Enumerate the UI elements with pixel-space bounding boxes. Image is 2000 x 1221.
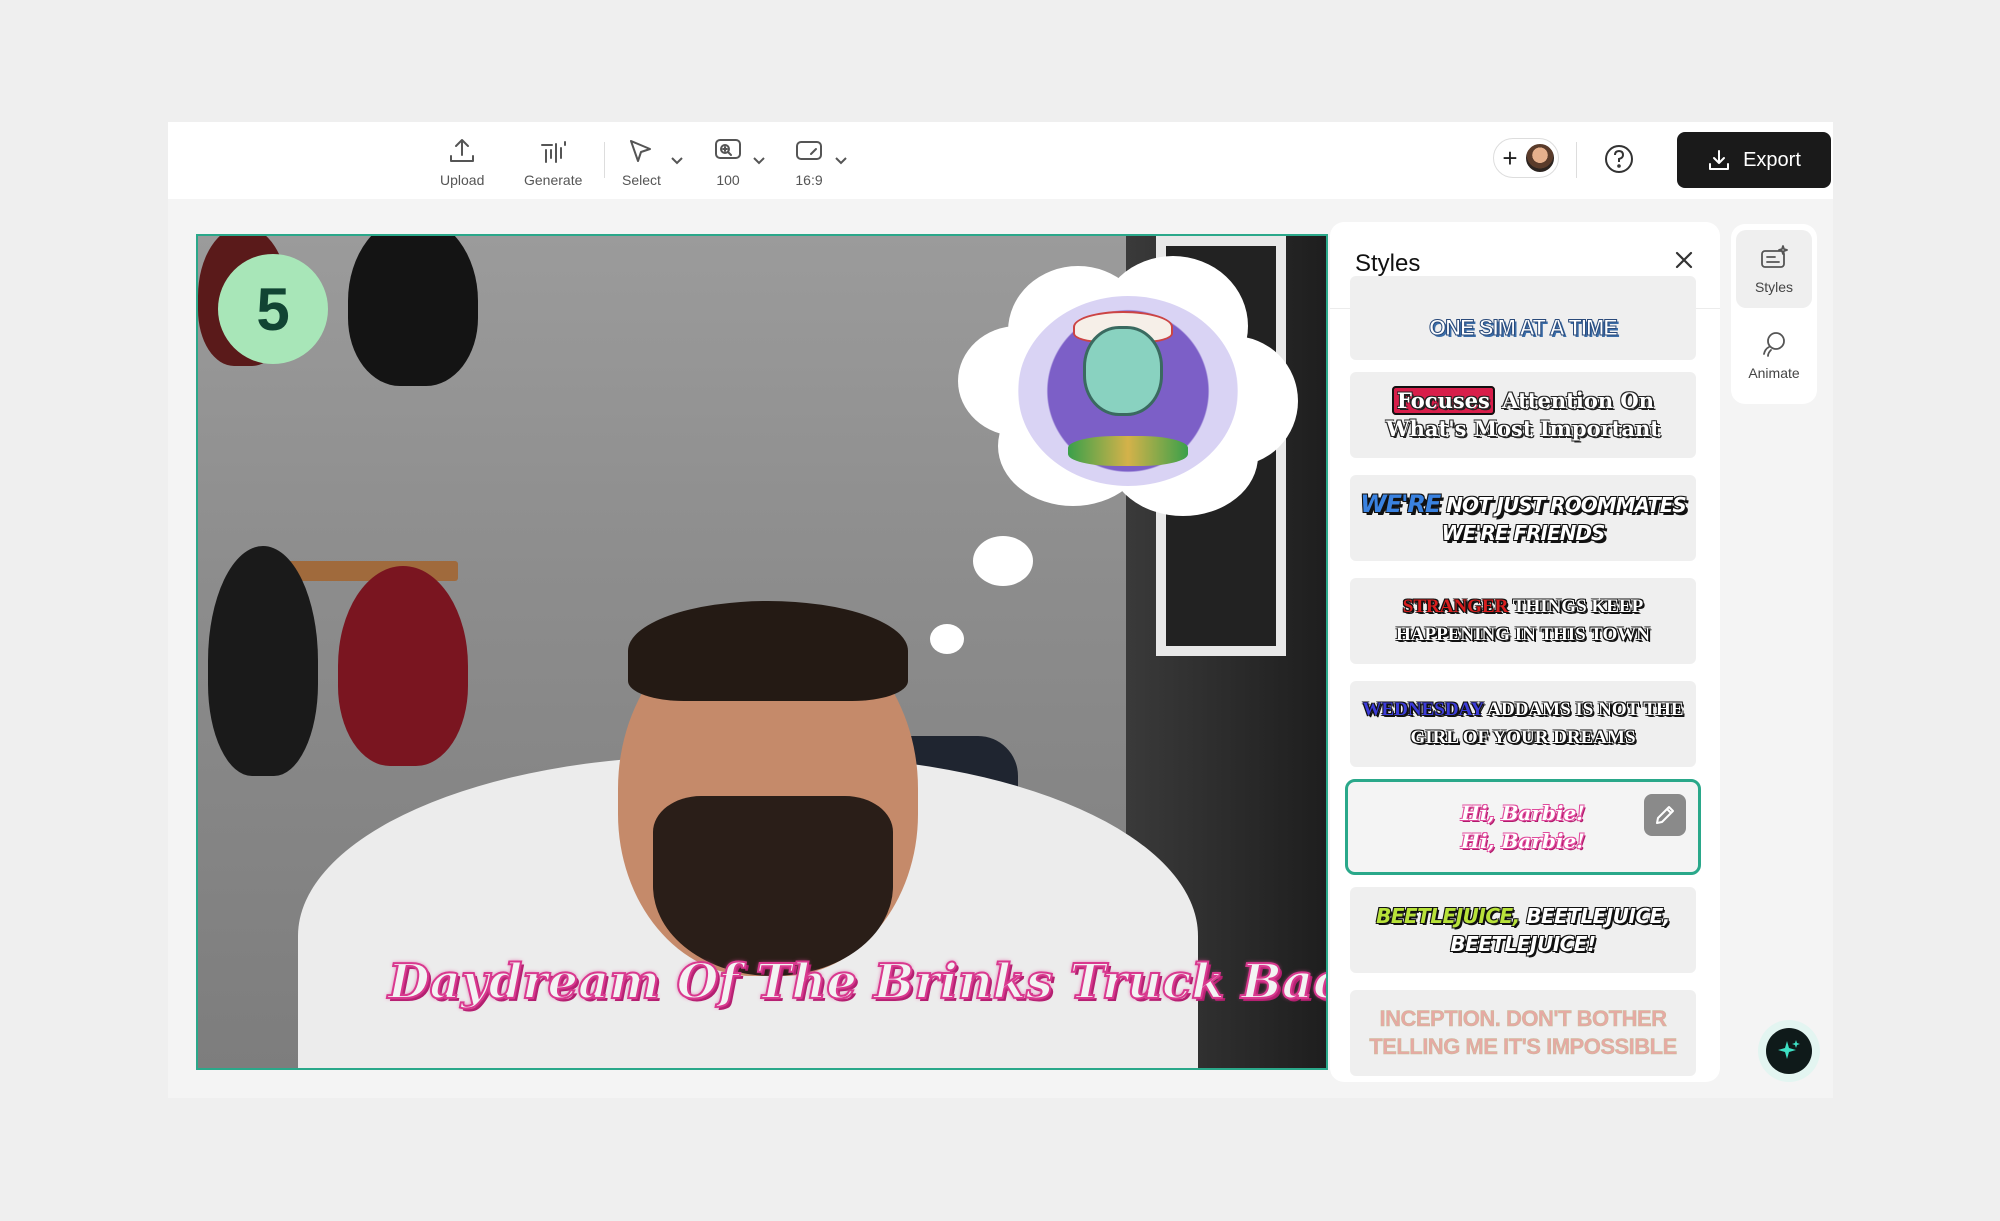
style-card-line: Hi, Barbie!: [1461, 829, 1585, 853]
select-label: Select: [622, 172, 661, 188]
aspect-ratio-label: 16:9: [795, 172, 823, 188]
styles-icon: [1761, 245, 1788, 268]
style-card-highlight: WEDNESDAY: [1362, 699, 1484, 720]
header-divider: [1576, 142, 1577, 178]
style-card-line: INCEPTION. DON'T BOTHER: [1379, 1006, 1667, 1032]
style-card-barbie[interactable]: Hi, Barbie! Hi, Barbie!: [1345, 779, 1701, 875]
cursor-icon: [630, 140, 652, 162]
styles-panel: Styles ONE SIM AT A TIME Focuses Attenti…: [1330, 222, 1720, 1082]
select-button[interactable]: Select: [622, 136, 661, 188]
zoom-button[interactable]: 100: [713, 136, 743, 188]
thought-bubble-dot: [973, 536, 1033, 586]
collaborators-button[interactable]: +: [1493, 138, 1559, 178]
export-label: Export: [1743, 148, 1801, 171]
styles-panel-title: Styles: [1355, 250, 1421, 277]
ai-assistant-button[interactable]: [1758, 1020, 1820, 1082]
style-card-line: WEDNESDAY ADDAMS IS NOT THE: [1363, 696, 1684, 724]
thought-bubble-sticker[interactable]: [958, 256, 1298, 516]
style-card-highlight: BEETLEJUICE,: [1376, 904, 1520, 928]
style-card-line: WE'RE FRIENDS: [1441, 520, 1606, 545]
scene-hat: [348, 236, 478, 386]
style-card-line-rest: NOT JUST ROOMMATES: [1440, 492, 1687, 517]
rail-animate-label: Animate: [1748, 365, 1800, 381]
generate-button[interactable]: Generate: [524, 136, 582, 188]
edit-style-button[interactable]: [1644, 794, 1686, 836]
scene-hat: [208, 546, 318, 776]
style-card-highlight: Focuses: [1392, 386, 1495, 415]
thought-bubble-dot: [930, 624, 964, 654]
subtitle-text: Daydream Of The Brinks Truck Backing: [387, 953, 1326, 1011]
avatar: [1524, 142, 1556, 174]
style-card-line: BEETLEJUICE, BEETLEJUICE,: [1376, 902, 1670, 930]
style-card-line: BEETLEJUICE!: [1450, 932, 1596, 956]
scene-hat: [338, 566, 468, 766]
download-icon: [1709, 150, 1730, 170]
style-card-line-rest: BEETLEJUICE,: [1519, 904, 1670, 928]
upload-button[interactable]: Upload: [440, 136, 484, 188]
toolbar-divider: [604, 142, 605, 178]
style-card-inception[interactable]: INCEPTION. DON'T BOTHER TELLING ME IT'S …: [1350, 990, 1696, 1076]
style-card-wednesday[interactable]: WEDNESDAY ADDAMS IS NOT THE GIRL OF YOUR…: [1350, 681, 1696, 767]
generate-icon: [541, 141, 567, 163]
aspect-dropdown-chevron-icon[interactable]: [834, 154, 847, 166]
style-card-line-rest: Attention On: [1494, 388, 1654, 413]
zoom-value: 100: [716, 172, 740, 188]
add-collaborator-icon: +: [1502, 143, 1518, 173]
rail-animate-button[interactable]: Animate: [1736, 316, 1812, 394]
upload-label: Upload: [440, 172, 485, 188]
style-card-line: STRANGER THINGS KEEP: [1403, 593, 1643, 621]
style-card-line-rest: THINGS KEEP: [1508, 596, 1644, 617]
aspect-ratio-icon: [796, 141, 822, 160]
step-number-badge[interactable]: 5: [218, 254, 328, 364]
style-card-focuses[interactable]: Focuses Attention On What's Most Importa…: [1350, 372, 1696, 458]
sticker-money: [1068, 436, 1188, 466]
subtitle-caption[interactable]: Daydream Of The Brinks Truck Backing Up …: [387, 953, 1326, 1011]
editor-window: Upload Generate Select 100 16:9 + Export…: [168, 122, 1833, 1098]
zoom-dropdown-chevron-icon[interactable]: [752, 154, 765, 166]
aspect-ratio-button[interactable]: 16:9: [794, 136, 824, 188]
style-card-line-rest: ADDAMS IS NOT THE: [1483, 699, 1684, 720]
sticker-character: [1083, 326, 1163, 416]
style-card-sims[interactable]: ONE SIM AT A TIME: [1350, 276, 1696, 360]
export-button[interactable]: Export: [1677, 132, 1831, 188]
style-card-line: GIRL OF YOUR DREAMS: [1410, 727, 1636, 748]
style-card-highlight: STRANGER: [1402, 596, 1509, 617]
close-icon[interactable]: [1670, 246, 1698, 274]
help-icon[interactable]: [1603, 143, 1635, 175]
style-card-line: Focuses Attention On: [1392, 386, 1654, 415]
pencil-icon: [1656, 806, 1674, 824]
person-beard: [653, 796, 893, 976]
upload-icon: [450, 139, 475, 162]
style-card-line: ONE SIM AT A TIME: [1429, 315, 1619, 341]
select-dropdown-chevron-icon[interactable]: [670, 154, 683, 166]
animate-icon: [1763, 332, 1785, 357]
rail-styles-label: Styles: [1754, 279, 1794, 295]
video-canvas[interactable]: 5 Daydream Of The Brinks Truck Backing U…: [196, 234, 1328, 1070]
style-card-line: HAPPENING IN THIS TOWN: [1396, 624, 1650, 645]
style-card-line: Hi, Barbie!: [1461, 801, 1585, 825]
person-hair: [628, 601, 908, 701]
sparkle-icon: [1778, 1040, 1800, 1059]
generate-label: Generate: [524, 172, 583, 188]
style-card-line: TELLING ME IT'S IMPOSSIBLE: [1369, 1034, 1678, 1060]
style-card-roommates[interactable]: WE'RE NOT JUST ROOMMATES WE'RE FRIENDS: [1350, 475, 1696, 561]
style-card-line: WE'RE NOT JUST ROOMMATES: [1360, 489, 1687, 519]
rail-styles-button[interactable]: Styles: [1736, 230, 1812, 308]
zoom-icon: [715, 139, 741, 159]
style-card-highlight: WE'RE: [1360, 489, 1441, 518]
style-card-line: What's Most Important: [1386, 416, 1660, 441]
right-rail: Styles Animate: [1731, 224, 1817, 404]
style-card-beetlejuice[interactable]: BEETLEJUICE, BEETLEJUICE, BEETLEJUICE!: [1350, 887, 1696, 973]
style-card-stranger[interactable]: STRANGER THINGS KEEP HAPPENING IN THIS T…: [1350, 578, 1696, 664]
top-toolbar: Upload Generate Select 100 16:9 + Export: [168, 122, 1833, 199]
